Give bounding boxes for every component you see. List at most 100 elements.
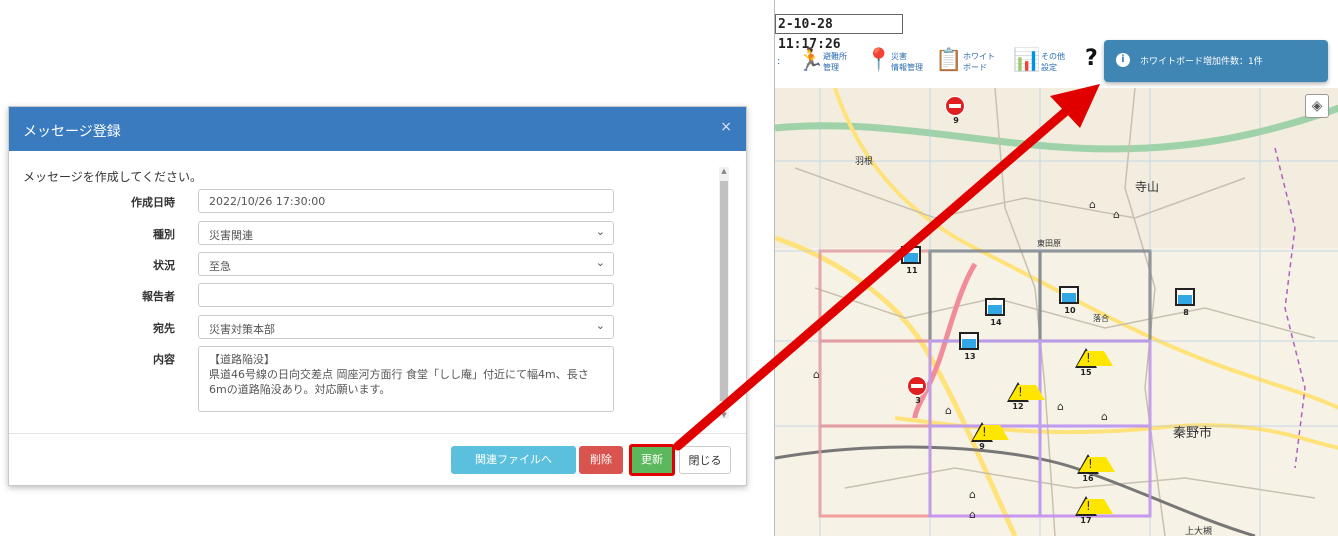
type-label: 種別 <box>153 228 175 241</box>
scroll-down-icon[interactable]: ▼ <box>719 411 729 419</box>
shelter-icon[interactable]: ⌂ <box>969 488 976 501</box>
map-place-label: 東田原 <box>1037 239 1061 248</box>
related-files-button[interactable]: 関連ファイルへ <box>451 446 576 474</box>
marker-number: 16 <box>1082 474 1094 483</box>
map-place-label: 寺山 <box>1135 180 1160 194</box>
water-icon <box>1175 288 1195 306</box>
destination-row: 宛先 災害対策本部 ⌄ <box>9 315 729 341</box>
road-closed-marker[interactable]: 3 <box>907 376 929 406</box>
marker-number: 11 <box>906 266 918 275</box>
no-entry-icon <box>945 96 965 116</box>
destination-select[interactable]: 災害対策本部 ⌄ <box>198 315 614 339</box>
shelter-icon[interactable]: ⌂ <box>1057 400 1064 413</box>
datetime-display: 2-10-28 11:17:26 <box>775 14 903 52</box>
shelter-icon[interactable]: ⌂ <box>1101 410 1108 423</box>
flood-marker[interactable]: 13 <box>959 332 981 362</box>
flood-marker[interactable]: 8 <box>1175 288 1197 318</box>
marker-number: 3 <box>915 396 921 405</box>
toolbar-label-line: その他 <box>1041 52 1065 61</box>
marker-number: 17 <box>1080 516 1092 525</box>
water-icon <box>901 246 921 264</box>
warning-icon <box>1077 454 1115 474</box>
toolbar-label-line: ホワイト <box>963 52 995 61</box>
warning-marker[interactable]: 16 <box>1077 454 1115 484</box>
dialog-footer: 関連ファイルへ 削除 更新 閉じる <box>9 433 746 485</box>
status-label: 状況 <box>153 259 175 272</box>
no-entry-icon <box>907 376 927 396</box>
marker-number: 12 <box>1012 402 1024 411</box>
status-select[interactable]: 至急 ⌄ <box>198 252 614 276</box>
content-label: 内容 <box>153 353 175 366</box>
warning-icon <box>971 422 1009 442</box>
toolbar-label: ホワイト ボード <box>963 51 995 73</box>
warning-marker[interactable]: 17 <box>1075 496 1113 526</box>
content-line: 【道路陥没】 <box>209 353 275 366</box>
notification-text: ホワイトボード増加件数：1件 <box>1140 57 1263 67</box>
disaster-map-app: 2-10-28 11:17:26 : 🏃 避難所 管理 📍 災害 情報管理 📋 … <box>774 0 1338 536</box>
toolbar-label-line: 避難所 <box>823 52 847 61</box>
toolbar-label-line: 設定 <box>1041 63 1057 72</box>
flood-marker[interactable]: 14 <box>985 298 1007 328</box>
map-place-label: 秦野市 <box>1173 426 1213 441</box>
content-line: 県道46号線の日向交差点 岡座河方面行 食堂「しし庵」付近にて幅4m、長さ <box>209 368 589 381</box>
marker-number: 10 <box>1064 306 1076 315</box>
warning-marker[interactable]: 12 <box>1007 382 1045 412</box>
warning-marker[interactable]: 9 <box>971 422 1009 452</box>
whiteboard-button[interactable]: 📋 ホワイト ボード <box>935 46 1007 80</box>
scroll-up-icon[interactable]: ▲ <box>719 167 729 175</box>
shelter-icon[interactable]: ⌂ <box>813 368 820 381</box>
shelter-icon[interactable]: ⌂ <box>969 508 976 521</box>
map-place-label: 羽根 <box>855 157 874 167</box>
delete-button[interactable]: 削除 <box>579 446 623 474</box>
warning-icon <box>1075 348 1113 368</box>
content-line: 6mの道路陥没あり。対応願います。 <box>209 383 391 396</box>
warning-marker[interactable]: 15 <box>1075 348 1113 378</box>
content-textarea[interactable]: 【道路陥没】 県道46号線の日向交差点 岡座河方面行 食堂「しし庵」付近にて幅4… <box>198 346 614 412</box>
status-select-value: 至急 <box>209 260 231 273</box>
toolbar-label-line: 災害 <box>891 52 907 61</box>
type-select-value: 災害関連 <box>209 229 253 242</box>
scroll-thumb[interactable] <box>720 181 728 401</box>
shelter-management-button[interactable]: 🏃 避難所 管理 <box>797 46 857 80</box>
destination-select-value: 災害対策本部 <box>209 323 275 336</box>
warning-icon <box>1075 496 1113 516</box>
marker-number: 14 <box>990 318 1002 327</box>
reporter-row: 報告者 <box>9 283 729 309</box>
whiteboard-notification[interactable]: i ホワイトボード増加件数：1件 <box>1104 40 1328 82</box>
shelter-icon[interactable]: ⌂ <box>945 404 952 417</box>
type-select[interactable]: 災害関連 ⌄ <box>198 221 614 245</box>
water-icon <box>1059 286 1079 304</box>
update-button[interactable]: 更新 <box>629 444 675 476</box>
layers-icon[interactable]: ◈ <box>1305 94 1329 118</box>
flood-marker[interactable]: 10 <box>1059 286 1081 316</box>
shelter-icon[interactable]: ⌂ <box>1113 208 1120 221</box>
chevron-down-icon: ⌄ <box>595 225 605 238</box>
map-view[interactable]: 寺山 羽根 東田原 秦野市 上大槻 落合 ◈ 9 11 14 10 8 13 !… <box>775 88 1338 536</box>
created-datetime-field[interactable]: 2022/10/26 17:30:00 <box>198 189 614 213</box>
close-icon[interactable]: × <box>720 119 732 135</box>
toolbar-label: その他 設定 <box>1041 51 1065 73</box>
shelter-icon[interactable]: ⌂ <box>1089 198 1096 211</box>
flood-marker[interactable]: 11 <box>901 246 923 276</box>
warning-icon <box>1007 382 1045 402</box>
toolbar-label-line: 情報管理 <box>891 63 923 72</box>
toolbar-label: 災害 情報管理 <box>891 51 923 73</box>
toolbar-label-line: 管理 <box>823 63 839 72</box>
whiteboard-icon: 📋 <box>935 48 963 73</box>
status-row: 状況 至急 ⌄ <box>9 252 729 278</box>
water-icon <box>959 332 979 350</box>
type-row: 種別 災害関連 ⌄ <box>9 221 729 247</box>
dialog-body: メッセージを作成してください。 作成日時 2022/10/26 17:30:00… <box>9 151 746 434</box>
dialog-title: メッセージ登録 <box>23 124 121 140</box>
close-button[interactable]: 閉じる <box>679 446 731 474</box>
reporter-field[interactable] <box>198 283 614 307</box>
other-settings-button[interactable]: 📊 その他 設定 <box>1013 46 1079 80</box>
help-icon[interactable]: ? <box>1085 46 1098 71</box>
toolbar-edge-marker: : <box>777 56 781 67</box>
map-place-label: 落合 <box>1093 314 1109 323</box>
dialog-scrollbar[interactable]: ▲ ▼ <box>719 167 729 419</box>
disaster-info-button[interactable]: 📍 災害 情報管理 <box>865 46 929 80</box>
road-closed-marker[interactable]: 9 <box>945 96 967 126</box>
chart-icon: 📊 <box>1013 48 1041 73</box>
water-icon <box>985 298 1005 316</box>
